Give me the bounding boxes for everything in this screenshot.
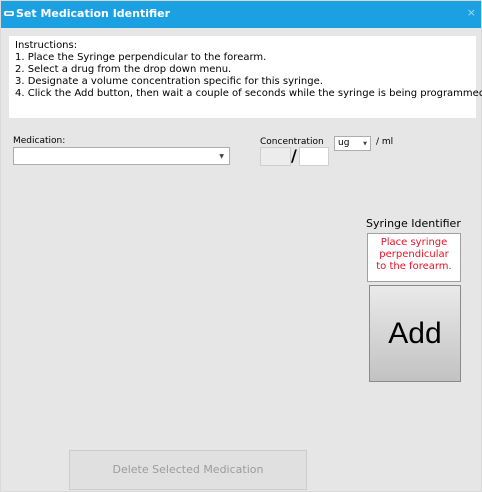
per-ml-label: / ml	[376, 137, 394, 147]
instruction-line: 1. Place the Syringe perpendicular to th…	[15, 52, 267, 63]
concentration-volume-field[interactable]	[299, 147, 329, 166]
dialog-window: Set Medication Identifier × Instructions…	[0, 0, 482, 492]
instruction-line: 4. Click the Add button, then wait a cou…	[15, 88, 482, 99]
app-icon	[4, 11, 14, 16]
syringe-status-box: Place syringe perpendicular to the forea…	[367, 233, 461, 282]
concentration-unit-dropdown[interactable]: ug ▼	[334, 136, 371, 151]
medication-label: Medication:	[13, 136, 66, 146]
chevron-down-icon: ▼	[363, 141, 367, 147]
concentration-amount-field[interactable]	[260, 147, 291, 166]
window-title: Set Medication Identifier	[16, 7, 171, 20]
syringe-status-line: Place syringe	[380, 237, 448, 248]
add-button[interactable]: Add	[369, 285, 461, 382]
close-button[interactable]: ×	[467, 6, 476, 20]
delete-selected-medication-button[interactable]: Delete Selected Medication	[69, 450, 307, 490]
chevron-down-icon: ▼	[219, 153, 224, 160]
instructions-panel: Instructions: 1. Place the Syringe perpe…	[9, 36, 482, 118]
instruction-line: 2. Select a drug from the drop down menu…	[15, 64, 232, 75]
unit-selected-value: ug	[338, 138, 350, 148]
title-bar: Set Medication Identifier ×	[1, 1, 481, 28]
syringe-status-line: perpendicular	[379, 249, 449, 260]
instructions-heading: Instructions:	[15, 40, 78, 51]
syringe-identifier-label: Syringe Identifier	[366, 217, 461, 230]
medication-dropdown[interactable]: ▼	[13, 147, 230, 165]
concentration-separator: /	[291, 146, 297, 165]
syringe-status-line: to the forearm.	[376, 261, 452, 272]
instruction-line: 3. Designate a volume concentration spec…	[15, 76, 323, 87]
